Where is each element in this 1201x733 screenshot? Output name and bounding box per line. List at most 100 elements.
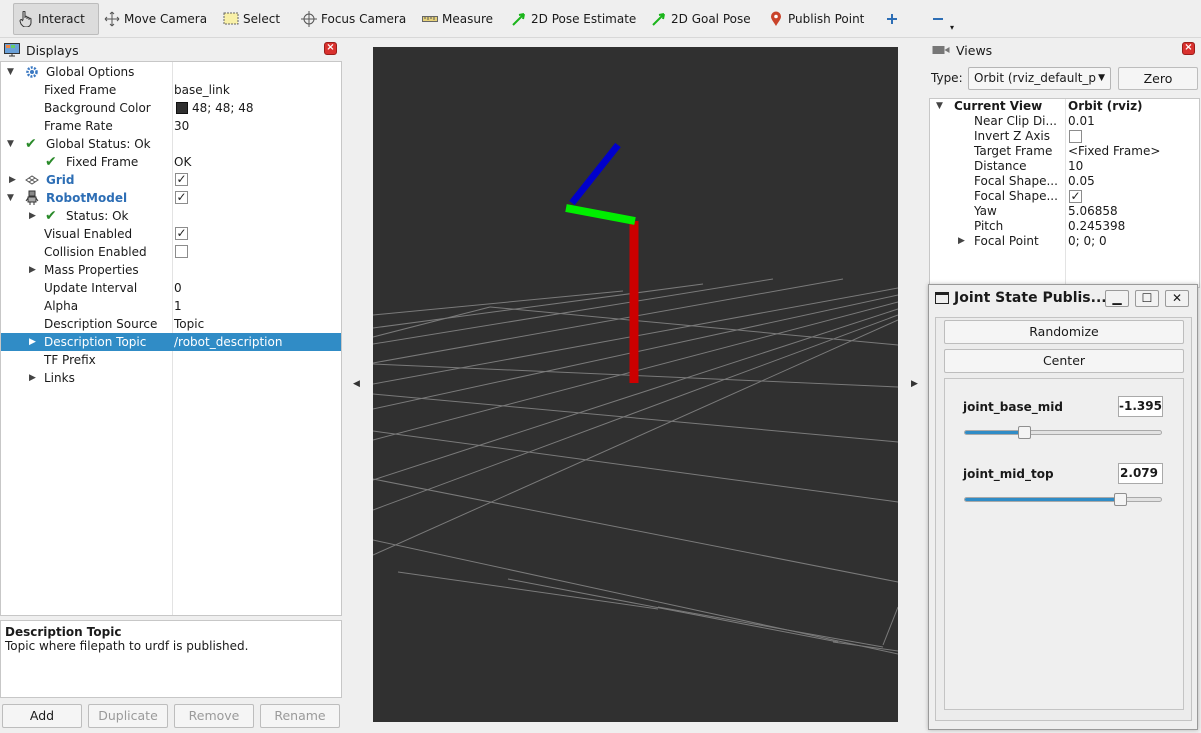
tree-row-grid[interactable]: ▶ Grid ✓ bbox=[1, 171, 341, 189]
tree-row-target-frame[interactable]: Target Frame <Fixed Frame> bbox=[930, 144, 1200, 159]
pitch-value[interactable]: 0.245398 bbox=[1068, 219, 1125, 234]
publish-point-tool[interactable]: Publish Point bbox=[764, 3, 868, 35]
select-tool[interactable]: Select bbox=[219, 3, 284, 35]
tree-row-status-fixed-frame[interactable]: ✔ Fixed Frame OK bbox=[1, 153, 341, 171]
tree-row-current-view[interactable]: ▼ Current View Orbit (rviz) bbox=[930, 99, 1200, 114]
tree-row-robot-model[interactable]: ▼ RobotModel ✓ bbox=[1, 189, 341, 207]
move-camera-tool[interactable]: Move Camera bbox=[100, 3, 211, 35]
duplicate-button[interactable]: Duplicate bbox=[88, 704, 168, 728]
joint-mid-top-value[interactable]: 2.079 bbox=[1118, 463, 1163, 484]
expand-arrow-icon[interactable]: ▼ bbox=[7, 135, 17, 153]
yaw-value[interactable]: 5.06858 bbox=[1068, 204, 1118, 219]
tree-row-tf-prefix[interactable]: TF Prefix bbox=[1, 351, 341, 369]
robot-model-enabled-checkbox[interactable]: ✓ bbox=[175, 191, 188, 204]
tree-row-global-options[interactable]: ▼ Global Options bbox=[1, 63, 341, 81]
close-window-button[interactable]: ✕ bbox=[1165, 290, 1189, 307]
remove-button[interactable]: Remove bbox=[174, 704, 254, 728]
distance-value[interactable]: 10 bbox=[1068, 159, 1083, 174]
tree-row-collision-enabled[interactable]: Collision Enabled bbox=[1, 243, 341, 261]
invert-z-checkbox[interactable] bbox=[1069, 130, 1082, 143]
remove-tool-button[interactable]: ▾ bbox=[926, 3, 958, 35]
tree-row-alpha[interactable]: Alpha 1 bbox=[1, 297, 341, 315]
collapse-arrow-icon[interactable]: ▶ bbox=[9, 171, 19, 189]
focal-point-value[interactable]: 0; 0; 0 bbox=[1068, 234, 1107, 249]
views-close-button[interactable]: × bbox=[1182, 42, 1195, 55]
tree-row-links[interactable]: ▶ Links bbox=[1, 369, 341, 387]
joint-base-mid-slider-handle[interactable] bbox=[1017, 426, 1031, 439]
tree-row-update-interval[interactable]: Update Interval 0 bbox=[1, 279, 341, 297]
frame-rate-value[interactable]: 30 bbox=[174, 117, 189, 135]
tree-row-status-ok[interactable]: ▶ ✔ Status: Ok bbox=[1, 207, 341, 225]
collapse-arrow-icon[interactable]: ▶ bbox=[29, 333, 39, 351]
tree-row-description-topic[interactable]: ▶ Description Topic /robot_description bbox=[1, 333, 341, 351]
collapse-right-arrow-icon[interactable]: ▶ bbox=[911, 379, 918, 389]
fixed-frame-value[interactable]: base_link bbox=[174, 81, 230, 99]
color-swatch[interactable] bbox=[176, 99, 188, 117]
measure-tool[interactable]: Measure bbox=[418, 3, 497, 35]
near-clip-value[interactable]: 0.01 bbox=[1068, 114, 1095, 129]
render-viewport-3d[interactable] bbox=[373, 47, 898, 722]
alpha-value[interactable]: 1 bbox=[174, 297, 182, 315]
tree-row-visual-enabled[interactable]: Visual Enabled ✓ bbox=[1, 225, 341, 243]
collision-enabled-checkbox[interactable] bbox=[175, 245, 188, 258]
description-source-value[interactable]: Topic bbox=[174, 315, 204, 333]
tree-row-pitch[interactable]: Pitch 0.245398 bbox=[930, 219, 1200, 234]
tree-row-mass-properties[interactable]: ▶ Mass Properties bbox=[1, 261, 341, 279]
collapse-arrow-icon[interactable]: ▶ bbox=[958, 234, 968, 249]
center-button[interactable]: Center bbox=[944, 349, 1184, 373]
view-type-dropdown[interactable]: Orbit (rviz_default_p ▼ bbox=[968, 67, 1111, 90]
focal-shape-size-value[interactable]: 0.05 bbox=[1068, 174, 1095, 189]
expand-arrow-icon[interactable]: ▼ bbox=[7, 63, 17, 81]
joint-base-mid-slider-track[interactable] bbox=[964, 430, 1162, 435]
minimize-button[interactable]: ▁ bbox=[1105, 290, 1129, 307]
tree-row-invert-z[interactable]: Invert Z Axis bbox=[930, 129, 1200, 144]
links-label: Links bbox=[44, 371, 75, 385]
tree-row-description-source[interactable]: Description Source Topic bbox=[1, 315, 341, 333]
update-interval-value[interactable]: 0 bbox=[174, 279, 182, 297]
interact-tool[interactable]: Interact bbox=[13, 3, 99, 35]
joint-mid-top-slider-handle[interactable] bbox=[1113, 493, 1127, 506]
target-frame-value[interactable]: <Fixed Frame> bbox=[1068, 144, 1160, 159]
tree-row-near-clip[interactable]: Near Clip Di... 0.01 bbox=[930, 114, 1200, 129]
add-tool-button[interactable] bbox=[880, 3, 904, 35]
move-camera-icon bbox=[104, 11, 120, 27]
property-description: Description Topic Topic where filepath t… bbox=[0, 620, 342, 698]
focus-camera-tool[interactable]: Focus Camera bbox=[297, 3, 410, 35]
tree-row-global-status[interactable]: ▼ ✔ Global Status: Ok bbox=[1, 135, 341, 153]
joint-base-mid-value[interactable]: -1.395 bbox=[1118, 396, 1163, 417]
background-color-value[interactable]: 48; 48; 48 bbox=[192, 99, 254, 117]
randomize-button[interactable]: Randomize bbox=[944, 320, 1184, 344]
joint-state-publisher-window: Joint State Publis... ▁ ☐ ✕ Randomize Ce… bbox=[928, 284, 1198, 730]
zero-button[interactable]: Zero bbox=[1118, 67, 1198, 90]
add-button[interactable]: Add bbox=[2, 704, 82, 728]
tree-row-yaw[interactable]: Yaw 5.06858 bbox=[930, 204, 1200, 219]
tree-row-focal-shape-size[interactable]: Focal Shape... 0.05 bbox=[930, 174, 1200, 189]
displays-close-button[interactable]: × bbox=[324, 42, 337, 55]
tree-row-focal-point[interactable]: ▶ Focal Point 0; 0; 0 bbox=[930, 234, 1200, 249]
collapse-left-arrow-icon[interactable]: ◀ bbox=[353, 379, 360, 389]
yaw-label: Yaw bbox=[974, 204, 997, 218]
collapse-arrow-icon[interactable]: ▶ bbox=[29, 369, 39, 387]
tree-row-fixed-frame[interactable]: Fixed Frame base_link bbox=[1, 81, 341, 99]
focal-point-label: Focal Point bbox=[974, 234, 1039, 248]
focal-shape-fixed-checkbox[interactable]: ✓ bbox=[1069, 190, 1082, 203]
tree-row-focal-shape-fixed[interactable]: Focal Shape... ✓ bbox=[930, 189, 1200, 204]
description-topic-value[interactable]: /robot_description bbox=[174, 333, 282, 351]
visual-enabled-checkbox[interactable]: ✓ bbox=[175, 227, 188, 240]
joint-mid-top-slider-track[interactable] bbox=[964, 497, 1162, 502]
expand-arrow-icon[interactable]: ▼ bbox=[936, 99, 946, 114]
tree-row-background-color[interactable]: Background Color 48; 48; 48 bbox=[1, 99, 341, 117]
tree-row-frame-rate[interactable]: Frame Rate 30 bbox=[1, 117, 341, 135]
goal-pose-tool[interactable]: 2D Goal Pose bbox=[647, 3, 755, 35]
rename-button[interactable]: Rename bbox=[260, 704, 340, 728]
pose-estimate-tool[interactable]: 2D Pose Estimate bbox=[507, 3, 640, 35]
window-icon bbox=[935, 292, 949, 304]
invert-z-label: Invert Z Axis bbox=[974, 129, 1051, 143]
collapse-arrow-icon[interactable]: ▶ bbox=[29, 261, 39, 279]
expand-arrow-icon[interactable]: ▼ bbox=[7, 189, 17, 207]
tree-row-distance[interactable]: Distance 10 bbox=[930, 159, 1200, 174]
slider-fill bbox=[965, 498, 1124, 501]
collapse-arrow-icon[interactable]: ▶ bbox=[29, 207, 39, 225]
maximize-button[interactable]: ☐ bbox=[1135, 290, 1159, 307]
grid-enabled-checkbox[interactable]: ✓ bbox=[175, 173, 188, 186]
